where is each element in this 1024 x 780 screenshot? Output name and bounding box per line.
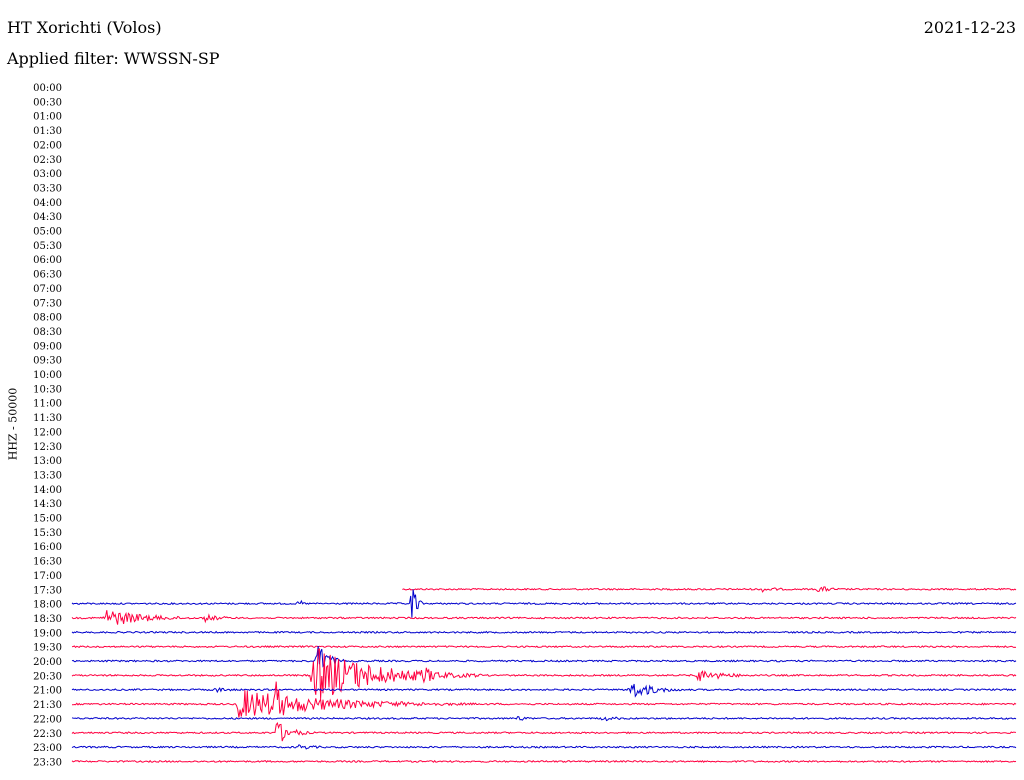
row-time-label: 16:00 — [33, 542, 62, 553]
row-time-label: 03:30 — [33, 183, 62, 194]
row-time-label: 09:30 — [33, 356, 62, 367]
row-time-label: 17:00 — [33, 571, 62, 582]
row-time-label: 19:30 — [33, 643, 62, 654]
row-time-label: 05:30 — [33, 241, 62, 252]
row-time-label: 08:30 — [33, 327, 62, 338]
row-time-label: 10:00 — [33, 370, 62, 381]
seismic-trace-1900 — [71, 630, 1017, 634]
row-time-label: 11:00 — [33, 399, 62, 410]
row-time-label: 20:30 — [33, 671, 62, 682]
row-time-label: 01:00 — [33, 112, 62, 123]
row-time-label: 22:30 — [33, 729, 62, 740]
seismic-trace-2330 — [71, 759, 1017, 763]
row-time-label: 12:30 — [33, 442, 62, 453]
row-time-label: 10:30 — [33, 384, 62, 395]
seismic-trace-1730 — [402, 586, 1017, 593]
row-time-label: 18:00 — [33, 600, 62, 611]
row-time-label: 07:30 — [33, 298, 62, 309]
row-time-label: 02:00 — [33, 140, 62, 151]
seismic-trace-2130 — [72, 681, 1017, 718]
row-time-label: 01:30 — [33, 126, 62, 137]
row-time-label: 19:00 — [33, 628, 62, 639]
row-time-label: 00:30 — [33, 97, 62, 108]
row-time-label: 11:30 — [33, 413, 62, 424]
row-time-label: 15:30 — [33, 528, 62, 539]
seismic-trace-2000 — [71, 645, 1017, 668]
row-time-label: 03:00 — [33, 169, 62, 180]
row-time-label: 23:00 — [33, 743, 62, 754]
seismic-trace-2200 — [71, 716, 1017, 722]
row-time-label: 08:00 — [33, 313, 62, 324]
row-time-label: 17:30 — [33, 585, 62, 596]
seismic-trace-2300 — [71, 744, 1017, 750]
row-time-label: 13:00 — [33, 456, 62, 467]
row-time-label: 22:00 — [33, 714, 62, 725]
row-time-label: 15:00 — [33, 514, 62, 525]
seismic-trace-2100 — [71, 683, 1017, 698]
seismic-trace-2030 — [71, 648, 1017, 699]
row-time-label: 14:30 — [33, 499, 62, 510]
seismic-trace-1930 — [71, 645, 1017, 649]
row-time-label: 23:30 — [33, 757, 62, 768]
row-time-label: 12:00 — [33, 427, 62, 438]
seismic-trace-1800 — [71, 589, 1017, 618]
row-time-label: 14:00 — [33, 485, 62, 496]
row-time-label: 02:30 — [33, 155, 62, 166]
row-time-label: 00:00 — [33, 83, 62, 94]
row-time-label: 07:00 — [33, 284, 62, 295]
row-time-label: 21:30 — [33, 700, 62, 711]
row-time-label: 09:00 — [33, 341, 62, 352]
row-time-label: 16:30 — [33, 557, 62, 568]
seismic-trace-2230 — [71, 721, 1017, 742]
row-time-label: 21:00 — [33, 686, 62, 697]
row-time-label: 04:00 — [33, 198, 62, 209]
row-time-label: 04:30 — [33, 212, 62, 223]
seismogram-plot: 00:00 00:30 01:00 01:30 02:00 02:30 03:00 03:30… — [33, 83, 1017, 768]
row-time-label: 18:30 — [33, 614, 62, 625]
row-time-label: 20:00 — [33, 657, 62, 668]
seismic-trace-1830 — [71, 610, 1017, 625]
row-time-label: 06:30 — [33, 270, 62, 281]
row-time-label: 13:30 — [33, 470, 62, 481]
row-time-label: 05:00 — [33, 227, 62, 238]
row-time-label: 06:00 — [33, 255, 62, 266]
